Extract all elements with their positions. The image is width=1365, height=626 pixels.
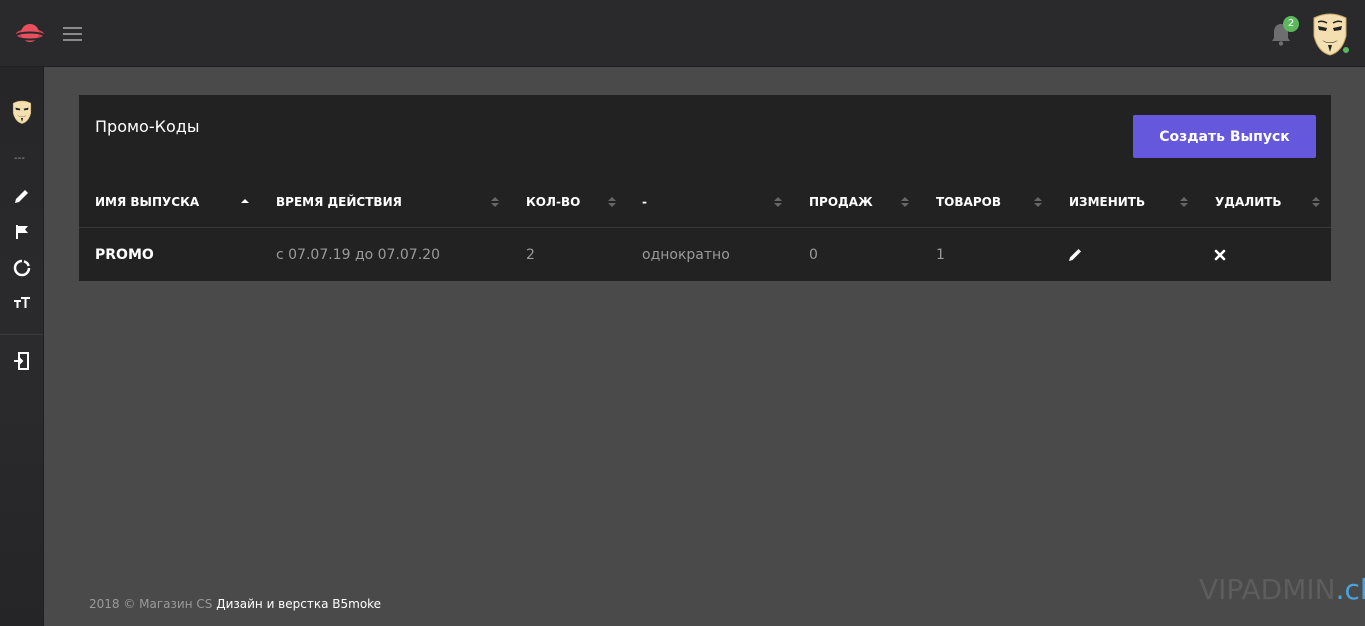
- sidebar: ---: [0, 67, 44, 626]
- cell-products: 1: [936, 247, 945, 263]
- footer-design-link[interactable]: Дизайн и верстка B5moke: [216, 597, 381, 611]
- sort-icon[interactable]: [774, 196, 782, 208]
- sort-icon[interactable]: [901, 196, 909, 208]
- sidebar-divider-dots: ---: [14, 153, 25, 164]
- footer-copyright: 2018 © Магазин CS: [89, 597, 213, 611]
- sidebar-avatar[interactable]: [11, 99, 33, 125]
- footer: 2018 © Магазин CS Дизайн и верстка B5mok…: [89, 597, 381, 611]
- column-header-delete[interactable]: УДАЛИТЬ: [1215, 195, 1282, 209]
- pencil-icon[interactable]: [13, 187, 31, 205]
- menu-toggle-icon[interactable]: [63, 27, 82, 41]
- cell-period: с 07.07.19 до 07.07.20: [276, 247, 440, 263]
- watermark-suffix: .club: [1335, 573, 1365, 606]
- column-header-quantity[interactable]: КОЛ-ВО: [526, 195, 580, 209]
- sidebar-separator: [0, 334, 43, 335]
- online-status-dot: [1341, 45, 1351, 55]
- column-header-sales[interactable]: ПРОДАЖ: [809, 195, 873, 209]
- cell-type: однократно: [642, 247, 730, 263]
- circle-notch-icon[interactable]: [13, 259, 31, 277]
- watermark-main: VIPADMIN: [1199, 573, 1336, 606]
- cell-quantity: 2: [526, 247, 535, 263]
- top-bar: 2: [0, 0, 1365, 67]
- sort-icon[interactable]: [1312, 196, 1320, 208]
- delete-x-icon[interactable]: [1213, 248, 1227, 262]
- column-header-type[interactable]: -: [642, 195, 647, 209]
- watermark: VIPADMIN.club: [1199, 573, 1365, 606]
- column-header-name[interactable]: ИМЯ ВЫПУСКА: [95, 195, 199, 209]
- notification-badge: 2: [1283, 16, 1299, 32]
- create-release-button[interactable]: Создать Выпуск: [1133, 115, 1316, 158]
- flag-icon[interactable]: [13, 223, 31, 241]
- cell-sales: 0: [809, 247, 818, 263]
- page-title: Промо-Коды: [95, 117, 200, 136]
- text-size-icon[interactable]: [13, 294, 31, 312]
- edit-pencil-icon[interactable]: [1068, 248, 1082, 262]
- planet-logo-icon[interactable]: [15, 21, 45, 47]
- promo-codes-card: Промо-Коды Создать Выпуск ИМЯ ВЫПУСКА ВР…: [79, 95, 1331, 281]
- column-header-edit[interactable]: ИЗМЕНИТЬ: [1069, 195, 1145, 209]
- column-header-period[interactable]: ВРЕМЯ ДЕЙСТВИЯ: [276, 195, 402, 209]
- sort-icon[interactable]: [608, 196, 616, 208]
- logout-icon[interactable]: [13, 352, 31, 370]
- sort-icon[interactable]: [1180, 196, 1188, 208]
- column-header-products[interactable]: ТОВАРОВ: [936, 195, 1001, 209]
- table-header-divider: [79, 227, 1331, 228]
- cell-name: PROMO: [95, 247, 154, 263]
- sort-icon[interactable]: [491, 196, 499, 208]
- sort-icon[interactable]: [1034, 196, 1042, 208]
- sort-asc-icon[interactable]: [241, 196, 249, 208]
